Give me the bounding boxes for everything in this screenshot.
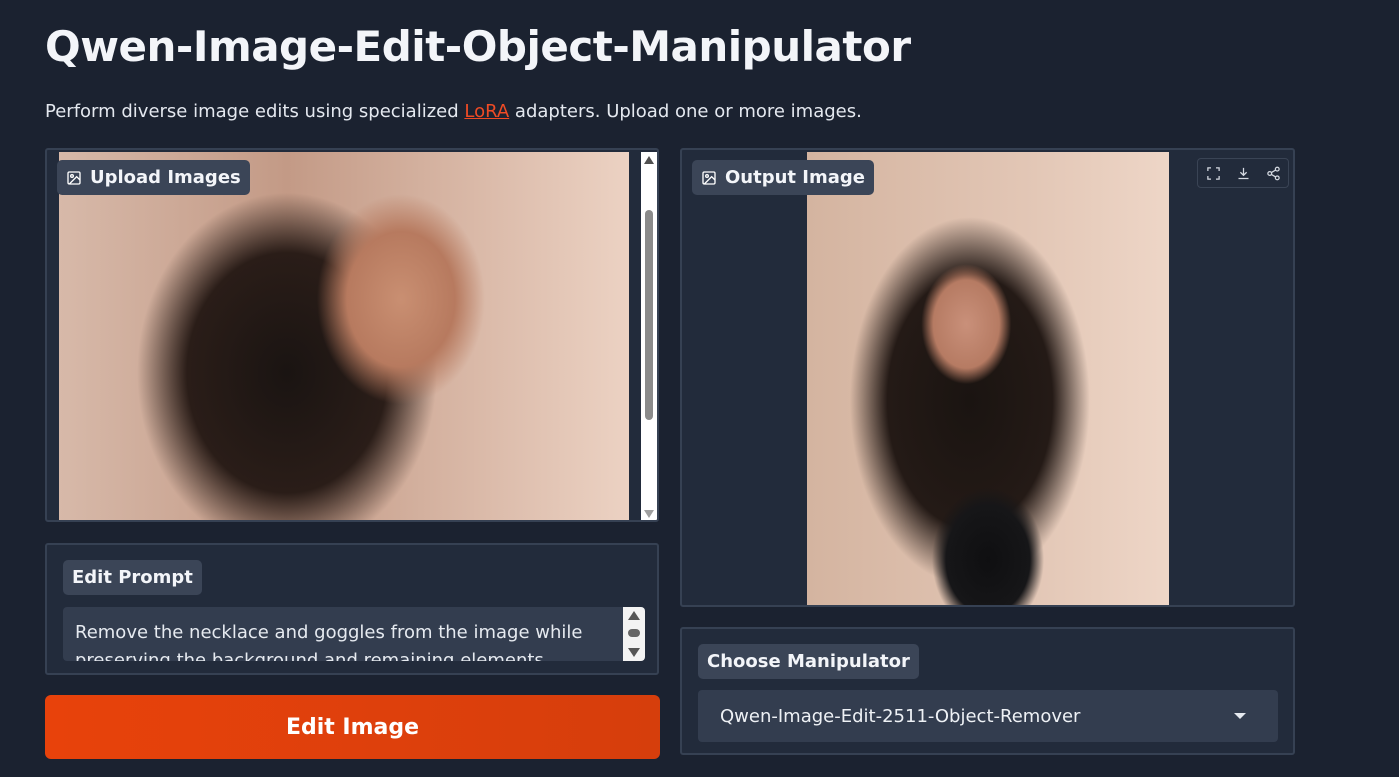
textarea-scroll-down-icon[interactable]	[628, 648, 640, 657]
fullscreen-icon[interactable]	[1203, 163, 1223, 183]
image-icon	[701, 170, 717, 186]
edit-prompt-text: Remove the necklace and goggles from the…	[75, 622, 583, 661]
scroll-down-arrow-icon[interactable]	[644, 510, 654, 518]
upload-images-label-text: Upload Images	[90, 167, 241, 188]
textarea-scroll-up-icon[interactable]	[628, 611, 640, 620]
edit-prompt-textarea[interactable]: Remove the necklace and goggles from the…	[63, 607, 645, 661]
page-title: Qwen-Image-Edit-Object-Manipulator	[45, 22, 911, 71]
share-icon[interactable]	[1263, 163, 1283, 183]
uploaded-image[interactable]	[59, 152, 629, 520]
upload-images-panel[interactable]: Upload Images	[45, 148, 659, 522]
chevron-down-icon[interactable]	[1234, 713, 1246, 719]
output-image-panel: Output Image	[680, 148, 1295, 607]
page-description: Perform diverse image edits using specia…	[45, 101, 862, 122]
lora-link[interactable]: LoRA	[464, 101, 509, 122]
output-toolbar	[1197, 158, 1289, 188]
choose-manipulator-label: Choose Manipulator	[698, 644, 919, 679]
output-image-label: Output Image	[692, 160, 874, 195]
gallery-scrollbar[interactable]	[641, 152, 657, 520]
output-image-label-text: Output Image	[725, 167, 865, 188]
manipulator-selected-value: Qwen-Image-Edit-2511-Object-Remover	[720, 705, 1081, 727]
edit-prompt-label-text: Edit Prompt	[72, 567, 193, 588]
image-icon	[66, 170, 82, 186]
download-icon[interactable]	[1233, 163, 1253, 183]
textarea-scroll-thumb[interactable]	[628, 629, 640, 637]
scroll-up-arrow-icon[interactable]	[644, 156, 654, 164]
scroll-thumb[interactable]	[645, 210, 653, 420]
description-text-start: Perform diverse image edits using specia…	[45, 101, 465, 122]
output-image	[807, 152, 1169, 605]
edit-image-button[interactable]: Edit Image	[45, 695, 660, 759]
description-text-end: adapters. Upload one or more images.	[509, 101, 862, 122]
edit-prompt-panel: Edit Prompt Remove the necklace and gogg…	[45, 543, 659, 675]
choose-manipulator-label-text: Choose Manipulator	[707, 651, 910, 672]
manipulator-dropdown[interactable]: Qwen-Image-Edit-2511-Object-Remover	[698, 690, 1278, 742]
edit-prompt-label: Edit Prompt	[63, 560, 202, 595]
choose-manipulator-panel: Choose Manipulator Qwen-Image-Edit-2511-…	[680, 627, 1295, 755]
upload-images-label: Upload Images	[57, 160, 250, 195]
textarea-scrollbar[interactable]	[623, 607, 645, 661]
